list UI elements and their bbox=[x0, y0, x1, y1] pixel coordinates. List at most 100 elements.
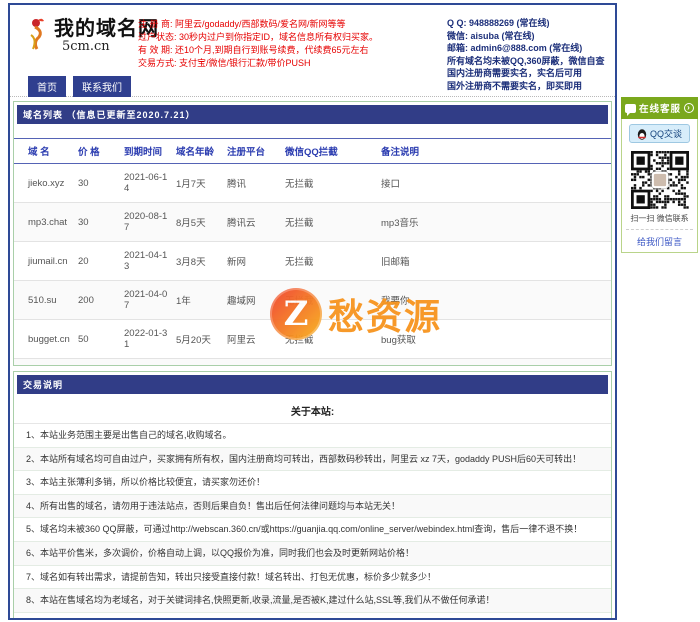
cell-domain: jiumail.cn bbox=[14, 242, 76, 281]
cell-block: 无拦截 bbox=[283, 203, 379, 242]
trade-item: 7、域名如有转出需求，请提前告知，转出只接受直接付款！域名转出、打包无优惠，标价… bbox=[14, 566, 611, 590]
note-payment: 交易方式: 支付宝/微信/银行汇款/带价PUSH bbox=[138, 57, 398, 70]
cell-price: 30 bbox=[76, 164, 122, 203]
table-row: jieko.xyz 30 2021-06-14 1月7天 腾讯 无拦截 接口 bbox=[14, 164, 611, 203]
trade-item: 5、域名均未被360 QQ屏蔽，可通过http://webscan.360.cn… bbox=[14, 518, 611, 542]
cell-expiry: 2020-08-17 bbox=[122, 203, 174, 242]
note-validity: 有 效 期: 还10个月,到期自行到账号续费，代续费65元左右 bbox=[138, 44, 398, 57]
trade-panel: 交易说明 关于本站: 1、本站业务范围主要是出售自己的域名,收购域名。 2、本站… bbox=[13, 371, 612, 620]
cell-block: 无拦截 bbox=[283, 320, 379, 359]
col-expiry: 到期时间 bbox=[122, 139, 174, 164]
cell-domain: bugget.cn bbox=[14, 320, 76, 359]
cell-platform: 腾讯云 bbox=[225, 203, 283, 242]
trade-item: 8、本站在售域名均为老域名，对于关键词排名,快照更新,收录,流量,是否被K,建过… bbox=[14, 589, 611, 613]
cell-age: 3月8天 bbox=[174, 242, 225, 281]
table-gap bbox=[14, 127, 611, 138]
cell-price: 50 bbox=[76, 359, 122, 367]
cell-expiry: 2021-04-07 bbox=[122, 281, 174, 320]
col-remark: 备注说明 bbox=[379, 139, 611, 164]
table-row: 510.su 200 2021-04-07 1年 趣域网 无拦截 我要你 bbox=[14, 281, 611, 320]
contact-note-1: 所有域名均未被QQ,360屏蔽，微信自查 bbox=[447, 55, 617, 68]
qq-penguin-icon bbox=[637, 128, 647, 140]
table-header-row: 域 名 价 格 到期时间 域名年龄 注册平台 微信QQ拦截 备注说明 bbox=[14, 139, 611, 164]
table-row: mp3.chat 30 2020-08-17 8月5天 腾讯云 无拦截 mp3音… bbox=[14, 203, 611, 242]
cell-expiry: 2020-10-08 bbox=[122, 359, 174, 367]
rooster-logo-icon bbox=[28, 17, 50, 53]
cell-block: 无拦截 bbox=[283, 281, 379, 320]
cell-age: 9月13天 bbox=[174, 359, 225, 367]
cell-age: 1月7天 bbox=[174, 164, 225, 203]
cell-domain: jieko.xyz bbox=[14, 164, 76, 203]
cell-expiry: 2022-01-31 bbox=[122, 320, 174, 359]
trade-item: 6、本站平价售米，多次调价，价格自动上调，以QQ报价为准，同时我们也会及时更新网… bbox=[14, 542, 611, 566]
cell-platform: 阿里云 bbox=[225, 359, 283, 367]
cell-remark: bug获取 bbox=[379, 320, 611, 359]
trade-item: 2、本站所有域名均可自由过户，买家拥有所有权，国内注册商均可转出，西部数码秒转出… bbox=[14, 448, 611, 472]
cell-age: 8月5天 bbox=[174, 203, 225, 242]
header-notes: 注 册 商: 阿里云/godaddy/西部数码/爱名网/新网等等 过户状态: 3… bbox=[138, 18, 398, 70]
cell-expiry: 2021-04-13 bbox=[122, 242, 174, 281]
scan-hint: 扫一扫 微信联系 bbox=[626, 213, 693, 224]
col-price: 价 格 bbox=[76, 139, 122, 164]
trade-title: 交易说明 bbox=[17, 375, 608, 394]
cell-platform: 腾讯 bbox=[225, 164, 283, 203]
customer-service-header: 在线客服 › bbox=[621, 97, 698, 119]
cell-platform: 阿里云 bbox=[225, 320, 283, 359]
main-nav: 首页 联系我们 bbox=[28, 76, 131, 97]
col-block: 微信QQ拦截 bbox=[283, 139, 379, 164]
cell-age: 1年 bbox=[174, 281, 225, 320]
nav-contact-button[interactable]: 联系我们 bbox=[73, 76, 131, 97]
domain-list-title: 域名列表 （信息已更新至2020.7.21） bbox=[17, 105, 608, 124]
col-platform: 注册平台 bbox=[225, 139, 283, 164]
contact-note-3: 国外注册商不需要实名，即买即用 bbox=[447, 80, 617, 93]
about-heading: 关于本站: bbox=[14, 397, 611, 424]
col-age: 域名年龄 bbox=[174, 139, 225, 164]
cell-remark: 旧邮箱 bbox=[379, 242, 611, 281]
customer-service-panel: 在线客服 › QQ交谈 bbox=[621, 97, 698, 253]
nav-home-button[interactable]: 首页 bbox=[28, 76, 66, 97]
contact-email: 邮箱: admin6@888.com (常在线) bbox=[447, 42, 617, 55]
cell-block: 无拦截 bbox=[283, 164, 379, 203]
trade-item: 1、本站业务范围主要是出售自己的域名,收购域名。 bbox=[14, 424, 611, 448]
page-container: 我的域名网 5cm.cn 注 册 商: 阿里云/godaddy/西部数码/爱名网… bbox=[8, 3, 617, 620]
contact-wechat: 微信: aisuba (常在线) bbox=[447, 30, 617, 43]
cell-price: 50 bbox=[76, 320, 122, 359]
cell-expiry: 2021-06-14 bbox=[122, 164, 174, 203]
table-row: jiumail.cn 20 2021-04-13 3月8天 新网 无拦截 旧邮箱 bbox=[14, 242, 611, 281]
cell-remark: 我要你 bbox=[379, 281, 611, 320]
wechat-qr-code bbox=[631, 151, 689, 209]
customer-service-body: QQ交谈 bbox=[621, 119, 698, 253]
cell-domain: 510.su bbox=[14, 281, 76, 320]
cell-domain: zunpw.com bbox=[14, 359, 76, 367]
cell-remark: 接口 bbox=[379, 164, 611, 203]
cell-domain: mp3.chat bbox=[14, 203, 76, 242]
trade-items: 1、本站业务范围主要是出售自己的域名,收购域名。 2、本站所有域名均可自由过户，… bbox=[14, 424, 611, 620]
note-registrar: 注 册 商: 阿里云/godaddy/西部数码/爱名网/新网等等 bbox=[138, 18, 398, 31]
domain-table: 域 名 价 格 到期时间 域名年龄 注册平台 微信QQ拦截 备注说明 jieko… bbox=[14, 138, 611, 366]
note-transfer: 过户状态: 30秒内过户到你指定ID，域名信息所有权归买家。 bbox=[138, 31, 398, 44]
customer-service-title: 在线客服 bbox=[639, 101, 681, 115]
cell-block: 无拦截 bbox=[283, 359, 379, 367]
trade-item: 3、本站主张薄利多销，所以价格比较便宜，请买家勿还价！ bbox=[14, 471, 611, 495]
cell-price: 20 bbox=[76, 242, 122, 281]
col-domain: 域 名 bbox=[14, 139, 76, 164]
cell-age: 5月20天 bbox=[174, 320, 225, 359]
cell-platform: 趣域网 bbox=[225, 281, 283, 320]
header-contact: Q Q: 948888269 (常在线) 微信: aisuba (常在线) 邮箱… bbox=[447, 17, 617, 92]
trade-item: 4、所有出售的域名，请勿用于违法站点，否则后果自负！售出后任何法律问题均与本站无… bbox=[14, 495, 611, 519]
trade-item: 9、买家选好域名，本站有报过价，但在过户中，发现域名已经出售，作为补偿，买家可重… bbox=[14, 613, 611, 620]
cell-remark: 尊品味 bbox=[379, 359, 611, 367]
contact-note-2: 国内注册商需要实名，实名后可用 bbox=[447, 67, 617, 80]
cell-price: 30 bbox=[76, 203, 122, 242]
cell-block: 无拦截 bbox=[283, 242, 379, 281]
chat-bubble-icon bbox=[625, 104, 636, 113]
qq-chat-button[interactable]: QQ交谈 bbox=[629, 124, 690, 143]
cell-remark: mp3音乐 bbox=[379, 203, 611, 242]
table-row: bugget.cn 50 2022-01-31 5月20天 阿里云 无拦截 bu… bbox=[14, 320, 611, 359]
collapse-icon[interactable]: › bbox=[684, 103, 694, 113]
contact-qq: Q Q: 948888269 (常在线) bbox=[447, 17, 617, 30]
leave-message-link[interactable]: 给我们留言 bbox=[626, 229, 693, 248]
cell-price: 200 bbox=[76, 281, 122, 320]
cell-platform: 新网 bbox=[225, 242, 283, 281]
site-header: 我的域名网 5cm.cn 注 册 商: 阿里云/godaddy/西部数码/爱名网… bbox=[10, 5, 615, 97]
